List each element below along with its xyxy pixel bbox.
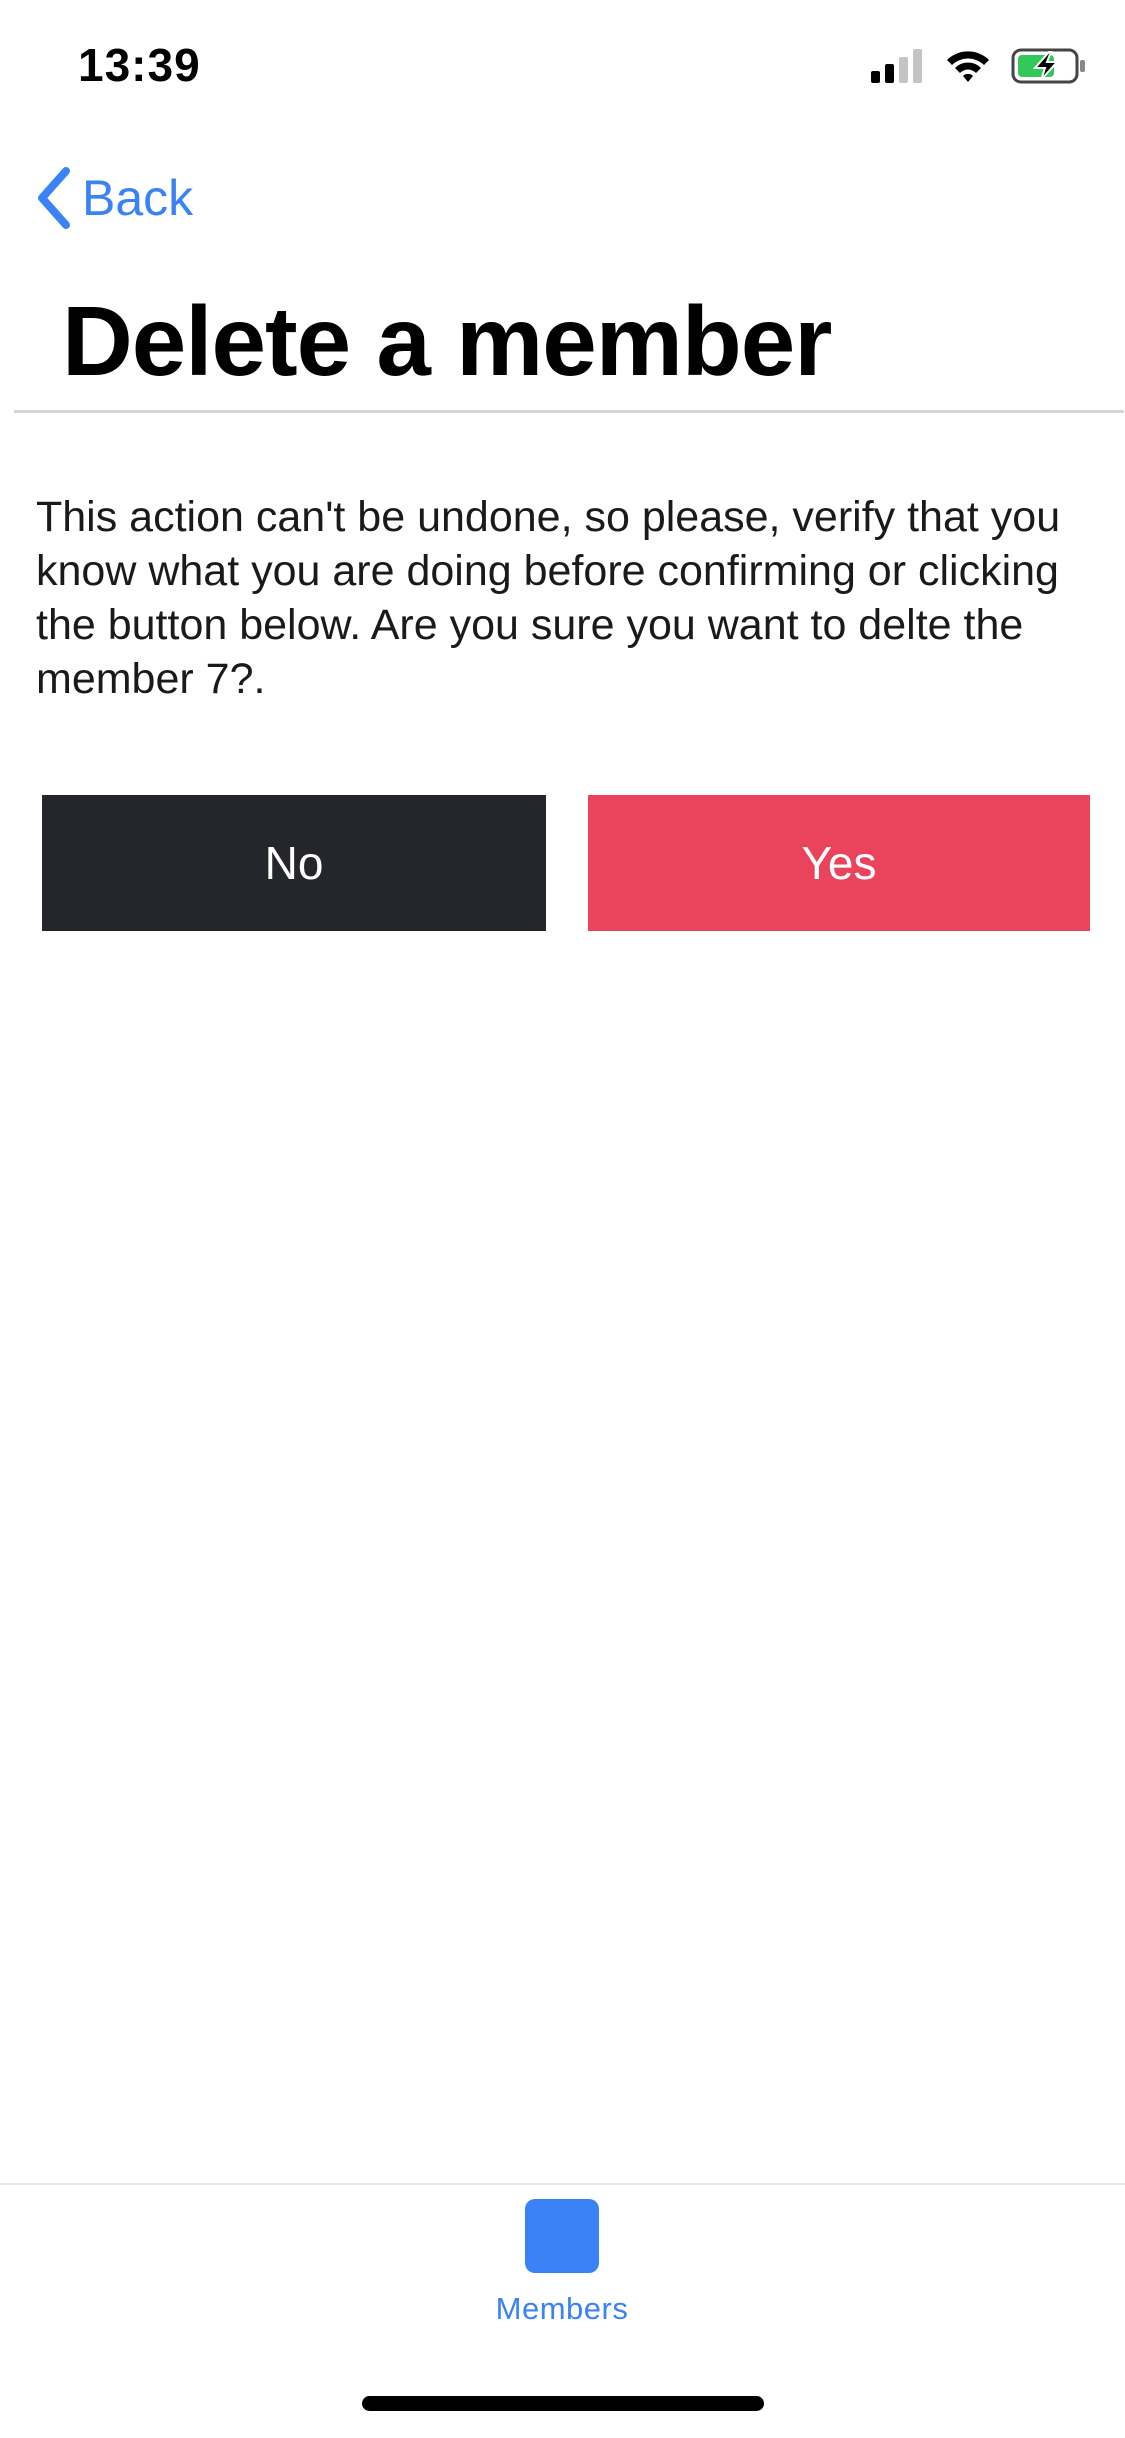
home-indicator xyxy=(362,2396,764,2411)
yes-button[interactable]: Yes xyxy=(588,795,1090,931)
tab-members-label: Members xyxy=(495,2291,629,2326)
battery-charging-icon xyxy=(1011,48,1085,84)
cellular-signal-icon xyxy=(871,49,922,83)
wifi-icon xyxy=(947,51,989,82)
status-bar: 13:39 xyxy=(0,0,1125,140)
header-divider xyxy=(14,410,1124,413)
chevron-left-icon xyxy=(38,167,70,229)
members-tab-icon xyxy=(525,2199,599,2273)
yes-button-label: Yes xyxy=(801,837,877,889)
no-button-label: No xyxy=(264,837,324,889)
back-label: Back xyxy=(82,170,194,226)
confirmation-message: This action can't be undone, so please, … xyxy=(36,493,1061,703)
tab-members[interactable]: Members xyxy=(462,2199,662,2327)
status-icons xyxy=(871,48,1087,84)
no-button[interactable]: No xyxy=(42,795,546,931)
page-title: Delete a member xyxy=(62,286,832,396)
back-button[interactable]: Back xyxy=(34,165,193,231)
status-time: 13:39 xyxy=(78,39,201,91)
